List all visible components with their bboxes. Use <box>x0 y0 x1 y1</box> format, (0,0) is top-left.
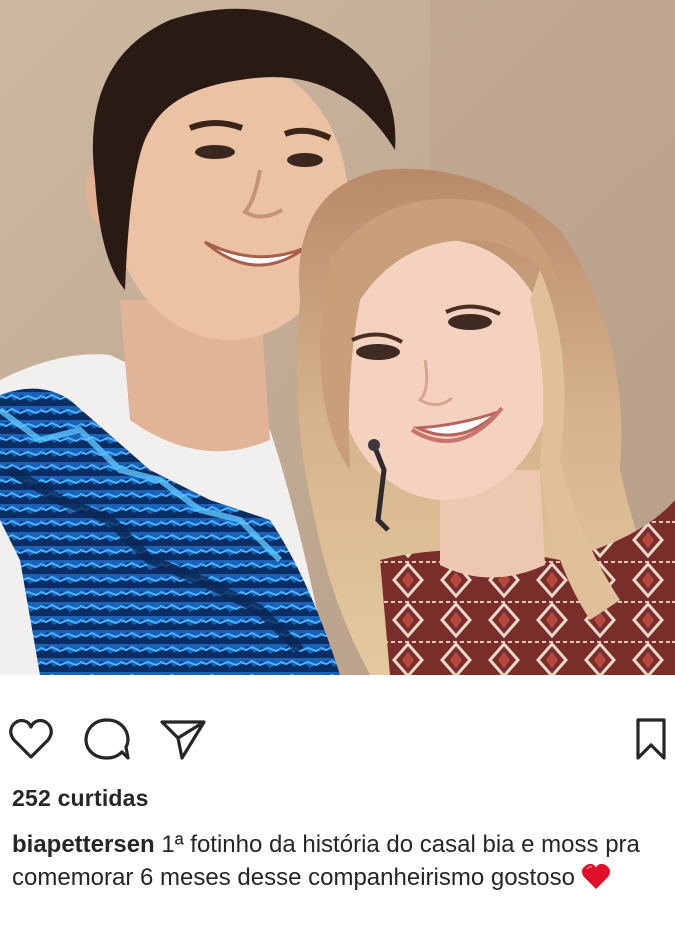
red-heart-icon <box>581 862 611 890</box>
likes-count[interactable]: 252 curtidas <box>12 785 149 812</box>
post-photo[interactable] <box>0 0 675 675</box>
bookmark-icon[interactable] <box>626 714 675 764</box>
couple-photo <box>0 0 675 675</box>
paper-plane-icon[interactable] <box>158 714 208 764</box>
heart-outline-icon[interactable] <box>6 714 56 764</box>
post-caption: biapettersen 1ª fotinho da história do c… <box>12 828 652 894</box>
speech-bubble-icon[interactable] <box>82 714 132 764</box>
instagram-post: 252 curtidas biapettersen 1ª fotinho da … <box>0 0 675 929</box>
post-actions-bar <box>0 700 675 780</box>
caption-username[interactable]: biapettersen <box>12 831 155 858</box>
